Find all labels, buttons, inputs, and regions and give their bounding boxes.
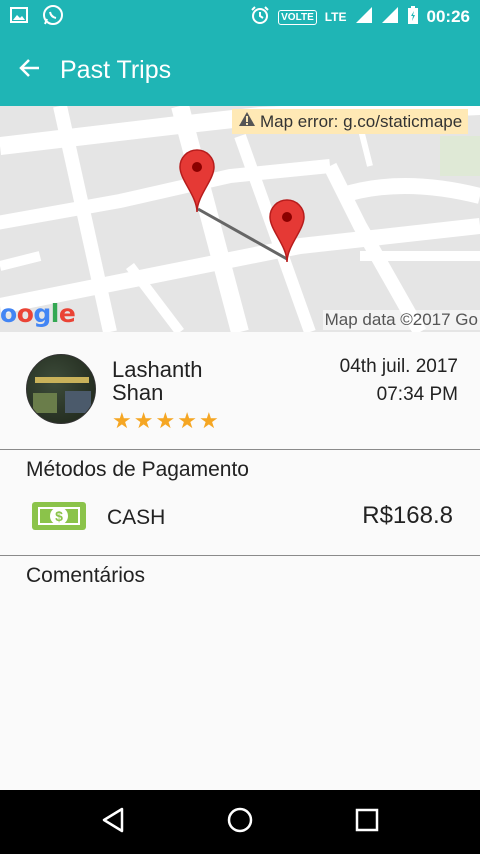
signal-icon [381, 6, 399, 29]
map-attribution[interactable]: Map data ©2017 Go [322, 310, 480, 330]
recents-square-icon [355, 808, 379, 837]
whatsapp-icon [42, 4, 64, 31]
status-bar: VOLTE LTE 00:26 [0, 0, 480, 34]
star-icon: ★ [177, 408, 197, 433]
payment-method: CASH [107, 506, 166, 529]
back-triangle-icon [101, 807, 125, 838]
star-icon: ★ [112, 408, 132, 433]
google-logo-o1: o [0, 299, 17, 328]
system-nav-bar [0, 790, 480, 854]
star-icon: ★ [198, 408, 219, 433]
nav-recents-button[interactable] [347, 802, 387, 842]
nav-back-button[interactable] [93, 802, 133, 842]
comments-section-title: Comentários [26, 564, 146, 587]
map-pin-icon[interactable] [268, 198, 306, 269]
dollar-icon: $ [50, 507, 68, 525]
avatar-detail [33, 393, 57, 413]
network-type: LTE [324, 10, 347, 24]
battery-charging-icon [407, 5, 419, 30]
avatar [26, 354, 96, 424]
trip-map[interactable]: Map error: g.co/staticmape oogle Map dat… [0, 106, 480, 332]
status-time: 00:26 [426, 7, 470, 26]
payment-section-title: Métodos de Pagamento [26, 458, 249, 481]
star-icon: ★ [133, 408, 154, 433]
google-logo-e: e [58, 299, 76, 328]
warning-icon [238, 111, 256, 132]
driver-rating: ★ ★ ★ ★ ★ [112, 410, 219, 432]
map-error-banner: Map error: g.co/staticmape [232, 109, 469, 134]
google-logo-o2: o [16, 299, 34, 328]
google-logo-g: g [33, 299, 51, 328]
map-error-text: Map error: g.co/staticmape [260, 111, 463, 131]
trip-date: 04th juil. 2017 [339, 356, 458, 377]
signal-icon [355, 6, 373, 29]
cash-icon-frame: $ [38, 507, 80, 525]
page-title: Past Trips [60, 55, 172, 84]
payment-section: Métodos de Pagamento $ CASH R$168.8 [0, 450, 480, 556]
volte-badge: VOLTE [278, 9, 317, 25]
google-logo: oogle [0, 299, 76, 328]
google-logo-l: l [50, 299, 60, 328]
trip-summary: Lashanth Shan ★ ★ ★ ★ ★ 04th juil. 2017 … [0, 332, 480, 450]
avatar-detail [65, 391, 91, 413]
nav-home-button[interactable] [220, 802, 260, 842]
home-circle-icon [227, 807, 253, 838]
alarm-icon [250, 5, 270, 30]
back-button[interactable] [0, 34, 60, 106]
arrow-left-icon [19, 57, 41, 84]
driver-name: Lashanth Shan [112, 357, 203, 405]
comments-section: Comentários [0, 556, 480, 790]
avatar-detail [35, 377, 89, 383]
star-icon: ★ [155, 408, 176, 433]
trip-time: 07:34 PM [376, 384, 458, 405]
cash-icon: $ [32, 502, 86, 530]
image-icon [10, 6, 28, 28]
map-pin-icon[interactable] [178, 148, 216, 219]
payment-amount: R$168.8 [362, 502, 453, 529]
app-bar: Past Trips [0, 34, 480, 106]
